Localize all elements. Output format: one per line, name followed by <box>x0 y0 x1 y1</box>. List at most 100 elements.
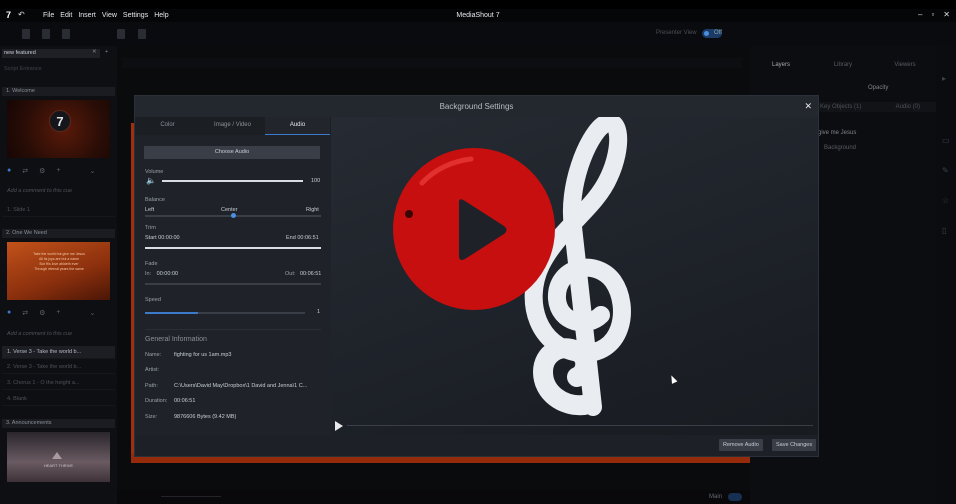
info-icon[interactable]: ● <box>7 167 11 175</box>
cue-list-panel: new featured ✕ + Script Entrance 1. Welc… <box>0 46 117 504</box>
play-button-icon <box>393 148 555 310</box>
cue-header-welcome[interactable]: 1. Welcome <box>2 87 115 96</box>
rail-icon[interactable]: ▯ <box>942 226 946 235</box>
add-icon[interactable]: + <box>56 309 60 317</box>
cue-comment[interactable]: Add a comment to this cue <box>7 331 72 337</box>
slide-item[interactable]: 3. Chorus 1 - O the height a... <box>2 377 115 390</box>
balance-left-label: Left <box>145 207 155 213</box>
settings-icon[interactable]: ⚙ <box>39 309 45 317</box>
background-settings-dialog: Background Settings ✕ Color Image / Vide… <box>134 95 819 457</box>
loop-icon[interactable]: ⇄ <box>22 167 28 175</box>
trim-end: End 00:06:51 <box>286 235 319 241</box>
rail-icon[interactable]: ✎ <box>942 166 949 175</box>
maximize-icon[interactable]: ▫ <box>931 10 934 19</box>
new-doc-icon[interactable] <box>22 29 30 39</box>
audio-preview <box>331 117 818 435</box>
cue-icons-row: ● ⇄ ⚙ + ⌄ <box>7 309 95 317</box>
slide-item[interactable]: 2. Verse 3 - Take the world b... <box>2 361 115 374</box>
choose-audio-button[interactable]: Choose Audio <box>144 146 320 159</box>
slide-item[interactable]: 1. Slide 1 <box>2 204 115 217</box>
balance-center-label: Center <box>221 207 238 213</box>
left-panel-footer <box>0 490 117 504</box>
cue-header-announcements[interactable]: 3. Announcements <box>2 419 115 428</box>
cue-search-input[interactable]: new featured <box>2 49 100 58</box>
thumbnail-caption: HEART THRIVE <box>43 463 74 468</box>
fade-out: Out: 00:06:51 <box>285 271 321 277</box>
info-name-value: fighting for us 1am.mp3 <box>174 352 232 358</box>
edit-icon[interactable] <box>42 29 50 39</box>
star-icon[interactable]: ☆ <box>942 196 949 205</box>
tab-audio[interactable]: Audio <box>265 117 330 135</box>
fade-in-value[interactable]: 00:00:00 <box>157 271 178 277</box>
fade-out-label: Out: <box>285 271 296 277</box>
speaker-icon[interactable]: 🔈 <box>146 176 156 185</box>
info-name-key: Name: <box>145 352 162 358</box>
trim-label: Trim <box>145 225 156 231</box>
cue-comment[interactable]: Add a comment to this cue <box>7 188 72 194</box>
trim-start-value[interactable]: 00:00:00 <box>158 235 179 241</box>
toggle-value: Off <box>714 30 722 36</box>
presenter-view-toggle[interactable]: Presenter View Off <box>656 29 722 38</box>
slide-item-selected[interactable]: 1. Verse 3 - Take the world b... <box>2 346 115 359</box>
settings-icon[interactable]: ⚙ <box>39 167 45 175</box>
main-toolbar: Presenter View Off <box>0 22 956 46</box>
trim-range[interactable] <box>145 247 321 249</box>
general-info-heading: General Information <box>145 336 207 343</box>
dialog-settings-panel: Color Image / Video Audio Choose Audio V… <box>135 117 331 435</box>
loop-icon[interactable]: ⇄ <box>22 309 28 317</box>
add-cue-icon[interactable]: + <box>105 49 108 55</box>
rail-icon[interactable]: ▸ <box>942 74 946 83</box>
cue-thumbnail-welcome[interactable]: 7 <box>7 100 110 158</box>
dialog-title: Background Settings <box>135 96 818 117</box>
side-rail: ▸ ▭ ✎ ☆ ▯ <box>936 46 956 504</box>
info-artist-key: Artist: <box>145 367 160 373</box>
cue-icons-row: ● ⇄ ⚙ + ⌄ <box>7 167 95 175</box>
info-size-key: Size: <box>145 414 158 420</box>
clear-search-icon[interactable]: ✕ <box>92 49 97 55</box>
background-tabs: Color Image / Video Audio <box>135 117 331 135</box>
title-bar: 7 ↶ File Edit Insert View Settings Help … <box>0 9 956 22</box>
window-title: MediaShout 7 <box>456 12 500 19</box>
chevron-down-icon[interactable]: ⌄ <box>89 309 95 317</box>
chevron-down-icon[interactable]: ⌄ <box>89 167 95 175</box>
script-entrance-label: Script Entrance <box>4 66 42 72</box>
trim-end-label: End <box>286 235 296 241</box>
save-icon[interactable] <box>62 29 70 39</box>
balance-handle[interactable] <box>230 213 236 218</box>
fade-label: Fade <box>145 261 158 267</box>
close-window-icon[interactable]: ✕ <box>943 10 950 19</box>
presenter-view-label: Presenter View <box>656 30 697 36</box>
treble-clef-icon <box>524 117 631 416</box>
play-icon[interactable] <box>335 421 343 431</box>
media-icon[interactable] <box>138 29 146 39</box>
volume-fill <box>162 180 303 182</box>
slide-item[interactable]: 4. Blank <box>2 393 115 406</box>
mediashout-app: 7 ↶ File Edit Insert View Settings Help … <box>0 0 956 504</box>
info-size-value: 9876606 Bytes (9.42 MB) <box>174 414 237 420</box>
fade-in: In: 00:00:00 <box>145 271 178 277</box>
remove-audio-button[interactable]: Remove Audio <box>719 439 763 451</box>
balance-right-label: Right <box>306 207 319 213</box>
mountain-icon <box>52 452 62 459</box>
info-icon[interactable]: ● <box>7 309 11 317</box>
text-icon[interactable] <box>117 29 125 39</box>
info-duration-key: Duration: <box>145 398 168 404</box>
cue-header-one-we-need[interactable]: 2. One We Need <box>2 229 115 238</box>
minimize-icon[interactable]: – <box>918 10 922 19</box>
tab-color[interactable]: Color <box>135 117 200 135</box>
info-path-value: C:\Users\David May\Dropbox\1 David and J… <box>174 383 308 389</box>
fade-out-value[interactable]: 00:06:51 <box>300 271 321 277</box>
tab-image-video[interactable]: Image / Video <box>200 117 265 135</box>
add-icon[interactable]: + <box>56 167 60 175</box>
mediashout-logo-icon: 7 <box>49 110 71 132</box>
close-icon[interactable]: ✕ <box>804 101 812 111</box>
trim-start-label: Start <box>145 235 157 241</box>
playback-scrubber[interactable] <box>347 425 813 426</box>
trim-end-value[interactable]: 00:06:51 <box>297 235 318 241</box>
rail-icon[interactable]: ▭ <box>942 136 950 145</box>
save-changes-button[interactable]: Save Changes <box>772 439 817 451</box>
volume-label: Volume <box>145 169 164 175</box>
fade-track[interactable] <box>145 283 321 285</box>
cue-thumbnail-announcements[interactable]: HEART THRIVE <box>7 432 110 482</box>
cue-thumbnail-lyrics[interactable]: Take the world but give me Jesus All its… <box>7 242 110 300</box>
